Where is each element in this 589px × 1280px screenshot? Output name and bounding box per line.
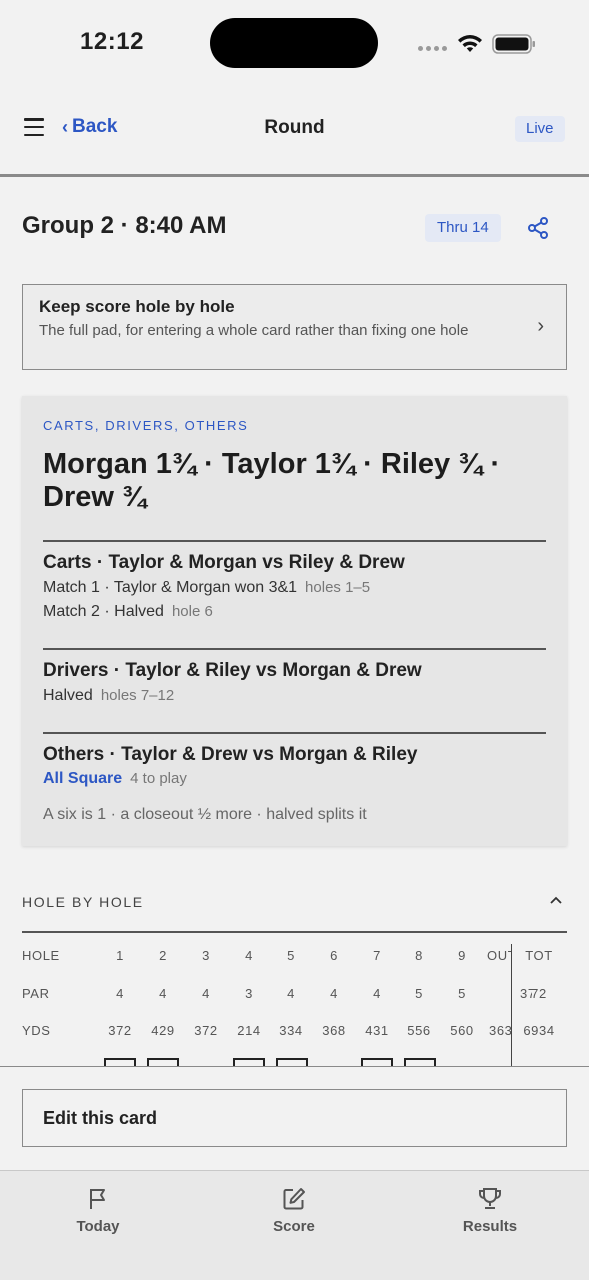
scoring-rule-note: A six is 1 · a closeout ½ more · halved … <box>43 806 367 823</box>
chevron-left-icon: ‹ <box>62 116 68 137</box>
battery-icon <box>492 34 535 54</box>
match-result: Match 2 · Halved <box>43 603 164 620</box>
trophy-icon <box>479 1188 501 1209</box>
grid-cell: 431 <box>365 1023 389 1038</box>
grid-cell: 4 <box>202 985 210 1001</box>
keep-score-title: Keep score hole by hole <box>39 297 235 316</box>
grid-cell: 1 <box>116 948 124 963</box>
scorecard-grid: HOLE 1 2 3 4 5 6 7 8 9 OUT TOT PAR 4 4 4… <box>22 948 567 1061</box>
grid-cell: 6 <box>330 948 338 963</box>
match-detail: holes 1–5 <box>305 579 371 596</box>
header-divider <box>0 174 589 177</box>
keep-score-subtitle: The full pad, for entering a whole card … <box>39 322 469 339</box>
flag-icon <box>90 1189 105 1209</box>
share-icon[interactable] <box>526 216 550 240</box>
grid-cell: 556 <box>407 1023 431 1038</box>
divider <box>43 732 546 734</box>
grid-cell: 429 <box>151 1023 175 1038</box>
grid-cell: 8 <box>415 948 423 963</box>
wifi-icon <box>458 35 482 52</box>
match-detail: hole 6 <box>171 603 213 620</box>
match-title-carts: Carts · Taylor & Morgan vs Riley & Drew <box>43 552 405 573</box>
live-badge: Live <box>515 116 565 142</box>
divider <box>22 931 567 933</box>
grid-cell: 372 <box>194 1023 218 1038</box>
chevron-right-icon: › <box>537 315 544 337</box>
grid-cell: 5 <box>287 948 295 963</box>
card-eyebrow: CARTS, DRIVERS, OTHERS <box>43 418 249 433</box>
dynamic-island <box>210 18 378 68</box>
match-result: Match 1 · Taylor & Morgan won 3&1 <box>43 579 298 596</box>
tab-today[interactable]: Today <box>38 1186 158 1235</box>
grid-cell: 3 <box>202 948 210 963</box>
grid-cell: 4 <box>116 985 124 1001</box>
grid-cell: 4 <box>373 985 381 1001</box>
match-detail: holes 7–12 <box>100 687 175 704</box>
keep-score-link[interactable]: Keep score hole by hole The full pad, fo… <box>22 284 567 370</box>
grid-cell: 9 <box>458 948 466 963</box>
status-time: 12:12 <box>80 28 144 55</box>
row-label: YDS <box>22 1023 51 1038</box>
grid-cell: TOT <box>525 948 553 963</box>
grid-cell: 368 <box>322 1023 346 1038</box>
grid-cell: 4 <box>287 985 295 1001</box>
match-detail: 4 to play <box>130 770 187 787</box>
cellular-signal-icon <box>418 46 447 51</box>
back-button[interactable]: ‹ Back <box>62 116 117 138</box>
grid-cell: 214 <box>237 1023 261 1038</box>
match-line: Match 1 · Taylor & Morgan won 3&1 holes 1… <box>43 579 370 597</box>
divider <box>43 540 546 542</box>
match-line: Match 2 · Halved hole 6 <box>43 603 213 621</box>
scorecard-row-hole: HOLE 1 2 3 4 5 6 7 8 9 OUT TOT <box>22 948 567 986</box>
tab-label: Results <box>462 1218 518 1235</box>
divider <box>43 648 546 650</box>
tab-label: Score <box>273 1218 315 1235</box>
grid-cell: OUT <box>487 948 511 963</box>
grid-cell: 3 <box>245 985 253 1001</box>
match-result: Halved <box>43 687 93 704</box>
grid-cell: 4 <box>245 948 253 963</box>
games-summary-card: CARTS, DRIVERS, OTHERS Morgan 1¾ · Taylo… <box>22 396 567 846</box>
row-label: PAR <box>22 985 50 1001</box>
grid-cell: 2 <box>159 948 167 963</box>
edit-icon <box>283 1188 305 1210</box>
tab-results[interactable]: Results <box>430 1186 550 1235</box>
total-column-divider <box>511 944 512 1068</box>
scorecard-row-par: PAR 4 4 4 3 4 4 4 5 5 37 72 <box>22 986 567 1024</box>
menu-icon[interactable] <box>24 118 44 136</box>
hole-by-hole-title: HOLE BY HOLE <box>22 894 144 910</box>
match-title-others: Others · Taylor & Drew vs Morgan & Riley <box>43 744 418 765</box>
grid-cell: 7 <box>373 948 381 963</box>
grid-cell: 72 <box>531 985 547 1001</box>
edit-card-button[interactable]: Edit this card <box>22 1089 567 1147</box>
grid-cell: 6934 <box>523 1023 555 1038</box>
grid-cell: 3636 <box>489 1023 511 1038</box>
back-label: Back <box>72 116 118 137</box>
match-line: All Square 4 to play <box>43 770 187 788</box>
row-label: HOLE <box>22 948 60 963</box>
group-title: Group 2 · 8:40 AM <box>22 212 227 239</box>
thru-badge: Thru 14 <box>425 214 501 242</box>
chevron-up-icon[interactable] <box>548 892 564 908</box>
grid-cell: 4 <box>159 985 167 1001</box>
match-line: Halved holes 7–12 <box>43 687 174 705</box>
grid-cell: 372 <box>108 1023 132 1038</box>
tab-score[interactable]: Score <box>234 1186 354 1235</box>
grid-cell: 334 <box>279 1023 303 1038</box>
match-title-drivers: Drivers · Taylor & Riley vs Morgan & Dre… <box>43 660 422 681</box>
scorecard-row-yards: YDS 372 429 372 214 334 368 431 556 560 … <box>22 1023 567 1061</box>
standings-headline: Morgan 1¾ · Taylor 1¾ · Riley ¾ · Drew ¾ <box>43 448 501 513</box>
grid-cell: 4 <box>330 985 338 1001</box>
edit-card-label: Edit this card <box>43 1108 158 1128</box>
grid-cell: 5 <box>415 985 423 1001</box>
grid-cell: 5 <box>458 985 466 1001</box>
tab-label: Today <box>76 1218 120 1235</box>
grid-cell: 560 <box>450 1023 474 1038</box>
match-status: All Square <box>43 770 123 787</box>
